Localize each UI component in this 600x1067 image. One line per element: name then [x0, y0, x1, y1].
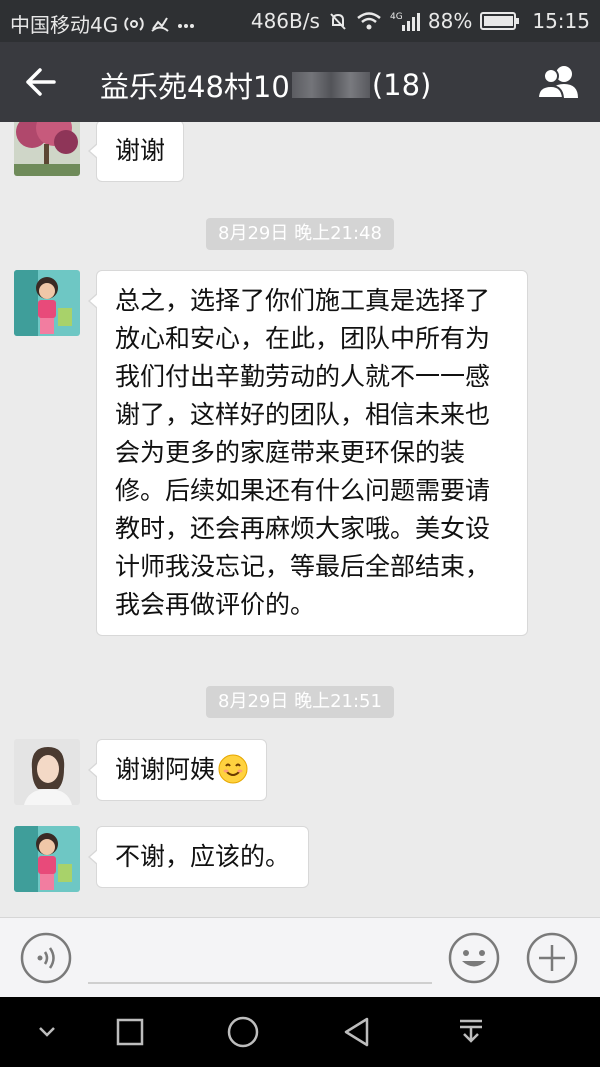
- message-bubble[interactable]: 谢谢阿姨: [87, 739, 268, 801]
- voice-button[interactable]: [20, 932, 72, 984]
- chat-title: 益乐苑48村10 (18): [100, 64, 431, 106]
- signal-icon: 4G: [390, 11, 420, 31]
- recents-button[interactable]: [113, 1015, 147, 1049]
- plus-icon: [526, 932, 578, 984]
- network-type-label: 4G: [390, 12, 403, 22]
- battery-percent: 88%: [427, 9, 473, 33]
- status-bar: 中国移动4G 486B/s 4G 88% 15:15: [0, 0, 600, 42]
- message-line: 教时，还会再麻烦大家哦。美女设: [115, 514, 491, 543]
- clock: 15:15: [532, 9, 590, 33]
- hotspot-icon: [124, 14, 144, 34]
- arrow-left-icon: [26, 68, 56, 96]
- group-members-icon: [536, 66, 578, 99]
- group-members-button[interactable]: [534, 60, 582, 104]
- message-line: 修。后续如果还有什么问题需要请: [115, 476, 491, 505]
- chevron-down-icon[interactable]: [30, 1015, 64, 1049]
- square-icon: [116, 1018, 144, 1046]
- home-button[interactable]: [226, 1015, 260, 1049]
- chat-title-text: 益乐苑48村10: [100, 70, 290, 104]
- emoji-button[interactable]: [448, 932, 500, 984]
- back-nav-button[interactable]: [340, 1015, 374, 1049]
- battery-icon: [480, 12, 520, 30]
- voice-icon: [20, 932, 72, 984]
- child-avatar[interactable]: [14, 826, 80, 892]
- message-line: 会为更多的家庭带来更环保的装: [115, 438, 466, 467]
- woman-avatar[interactable]: [14, 739, 80, 805]
- message-text: 谢谢阿姨: [115, 755, 216, 784]
- member-count: (18): [371, 68, 432, 102]
- timestamp-badge: 8月29日 晚上21:48: [206, 218, 394, 250]
- smiling-face-icon: [218, 754, 248, 784]
- system-nav-bar: [0, 997, 600, 1067]
- wifi-icon: [356, 11, 382, 31]
- more-button[interactable]: [526, 932, 578, 984]
- message-line: 我会再做评价的。: [115, 590, 316, 619]
- carrier-label: 中国移动4G: [10, 13, 119, 37]
- timestamp-badge: 8月29日 晚上21:51: [206, 686, 394, 718]
- chat-header: 益乐苑48村10 (18): [0, 42, 600, 122]
- message-text: 不谢，应该的。: [115, 842, 291, 871]
- battery-level-fill: [484, 16, 513, 26]
- notification-pull-button[interactable]: [454, 1015, 488, 1049]
- tree-avatar[interactable]: [14, 122, 80, 176]
- child-avatar[interactable]: [14, 270, 80, 336]
- message-list[interactable]: 谢谢 8月29日 晚上21:48 总之，选择了你们施工真是选择了 放心和安心，在…: [0, 122, 600, 917]
- circle-icon: [227, 1016, 259, 1048]
- message-line: 总之，选择了你们施工真是选择了: [115, 286, 491, 315]
- message-input[interactable]: [88, 932, 432, 984]
- message-line: 谢了，这样好的团队，相信未来也: [115, 400, 491, 429]
- dots-icon: [176, 14, 196, 34]
- message-line: 放心和安心，在此，团队中所有为: [115, 324, 491, 353]
- notification-pull-icon: [460, 1019, 482, 1043]
- message-line: 计师我没忘记，等最后全部结束，: [115, 552, 491, 581]
- message-bubble[interactable]: 不谢，应该的。: [87, 826, 310, 888]
- call-forward-icon: [150, 14, 170, 34]
- network-speed: 486B/s: [250, 9, 320, 33]
- mute-icon: [328, 11, 348, 31]
- message-line: 我们付出辛勤劳动的人就不一一感: [115, 362, 491, 391]
- message-bubble[interactable]: 谢谢: [87, 122, 185, 182]
- back-button[interactable]: [18, 60, 62, 104]
- message-bubble[interactable]: 总之，选择了你们施工真是选择了 放心和安心，在此，团队中所有为 我们付出辛勤劳动…: [88, 270, 528, 636]
- input-bar: [0, 917, 600, 997]
- message-text: 谢谢: [115, 136, 166, 165]
- triangle-back-icon: [344, 1017, 369, 1047]
- redacted-region: [291, 72, 370, 98]
- emoji-icon: [448, 932, 500, 984]
